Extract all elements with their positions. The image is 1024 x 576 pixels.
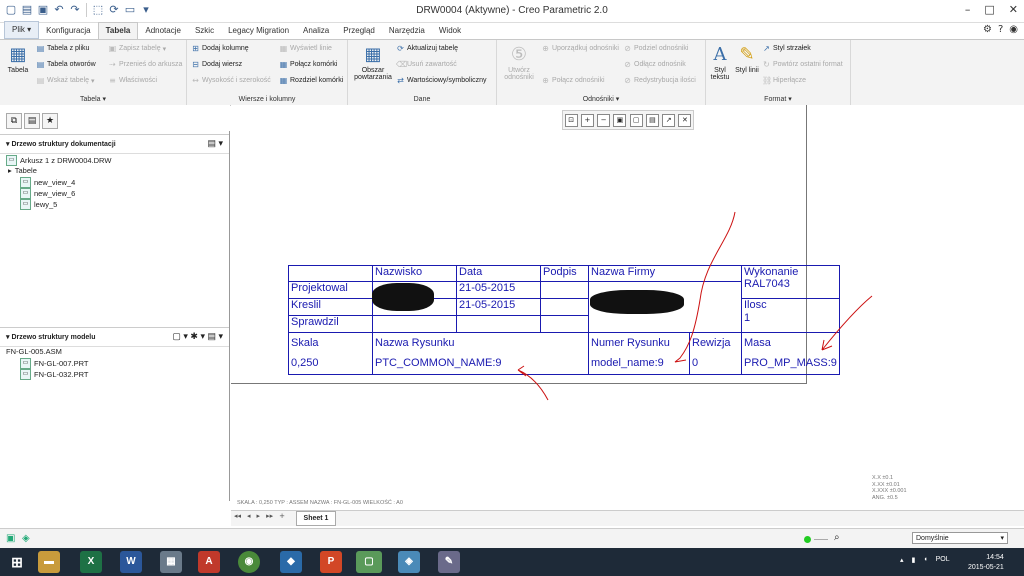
annotation-arrow (674, 211, 736, 363)
chevron-down-icon: ▾ (1000, 535, 1004, 542)
status-bar: ▣ ◈ ⌕ (0, 528, 1024, 549)
regen-status-icon (804, 536, 811, 543)
volume-icon[interactable]: ◖ (923, 556, 927, 564)
acrobat-icon[interactable]: A (198, 551, 220, 573)
tolerance-line: ANG. ±0.5 (872, 494, 898, 501)
word-icon[interactable]: W (120, 551, 142, 573)
creo-icon[interactable]: ▢ (356, 551, 382, 573)
language-indicator[interactable]: POL (936, 556, 950, 564)
paint-icon[interactable]: ✎ (438, 551, 460, 573)
sheet-info: SKALA : 0,250 TYP : ASSEM NAZWA : FN-GL-… (237, 500, 403, 506)
annotation-arrow (517, 365, 549, 401)
next-sheet-icon[interactable]: ▸ (257, 512, 261, 520)
windows-taskbar (0, 548, 1024, 576)
system-tray: ▴ ▮ ◖ POL (900, 556, 950, 564)
first-sheet-icon[interactable]: ◂◂ (234, 512, 241, 520)
powerpoint-icon[interactable]: P (320, 551, 342, 573)
last-sheet-icon[interactable]: ▸▸ (266, 512, 273, 520)
kodi-icon[interactable]: ◆ (280, 551, 302, 573)
chrome-icon[interactable]: ◉ (238, 551, 260, 573)
prev-sheet-icon[interactable]: ◂ (247, 512, 251, 520)
file-explorer-icon[interactable]: ▬ (38, 551, 60, 573)
add-sheet-icon[interactable]: + (279, 512, 285, 520)
clock-time: 14:54 (986, 554, 1004, 561)
selection-filter[interactable]: Domyślnie ▾ (912, 532, 1008, 544)
annotation-arrow (821, 295, 873, 351)
network-icon[interactable]: ▮ (912, 556, 916, 564)
tolerance-line: X.XXX ±0.001 (872, 488, 907, 494)
tolerance-table: X.X ±0.1 X.XX ±0.01 X.XXX ±0.001 ANG. ±0… (872, 475, 907, 501)
clock[interactable]: 14:54 2015-05-21 (968, 553, 1004, 573)
excel-icon[interactable]: X (80, 551, 102, 573)
status-icon[interactable]: ▣ (6, 533, 15, 544)
sheet-tab-bar (231, 510, 1024, 526)
find-icon[interactable]: ⌕ (834, 532, 840, 543)
sheet-tab[interactable]: Sheet 1 (296, 511, 336, 526)
start-icon[interactable]: ⊞ (6, 551, 28, 573)
tray-arrow-icon[interactable]: ▴ (900, 556, 904, 564)
app-icon[interactable]: ▦ (160, 551, 182, 573)
app-icon-2[interactable]: ◈ (398, 551, 420, 573)
clock-date: 2015-05-21 (968, 564, 1004, 571)
browser-toggle-icon[interactable]: ◈ (22, 533, 30, 544)
sheet-navigation: ◂◂ ◂ ▸ ▸▸ + (234, 512, 285, 520)
selection-filter-value: Domyślnie (916, 535, 949, 542)
divider (814, 539, 828, 540)
red-annotations (517, 211, 873, 401)
